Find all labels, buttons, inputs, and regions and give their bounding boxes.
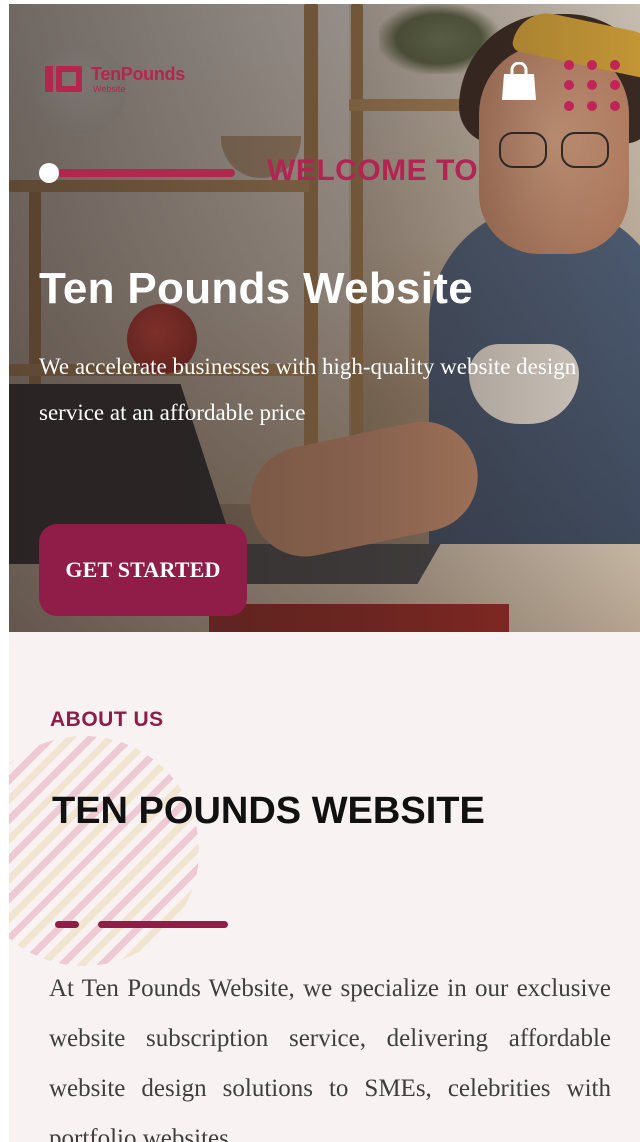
grid-dots-menu-icon[interactable] (564, 60, 628, 112)
hero-section: TenPounds Website WELCOME TO Ten Pounds … (9, 4, 640, 632)
site-logo[interactable]: TenPounds Website (45, 64, 185, 94)
about-section: ABOUT US TEN POUNDS WEBSITE At Ten Pound… (9, 632, 640, 1142)
shopping-bag-icon[interactable] (500, 61, 538, 102)
striped-circle-decoration (9, 736, 199, 966)
logo-name: TenPounds (91, 63, 185, 84)
page: TenPounds Website WELCOME TO Ten Pounds … (0, 0, 640, 1142)
divider-long (98, 921, 228, 928)
hero-title: Ten Pounds Website (39, 264, 474, 313)
about-text: At Ten Pounds Website, we specialize in … (49, 975, 611, 1142)
about-title: TEN POUNDS WEBSITE (52, 790, 485, 832)
hero-description: We accelerate businesses with high-quali… (39, 354, 577, 425)
hero-eyebrow: WELCOME TO (267, 154, 479, 187)
logo-mark-icon (45, 64, 85, 94)
get-started-button[interactable]: GET STARTED (39, 524, 247, 616)
about-label: ABOUT US (50, 708, 164, 731)
divider-short (55, 921, 79, 928)
logo-subtitle: Website (93, 83, 126, 94)
welcome-decorative-line (39, 162, 239, 184)
